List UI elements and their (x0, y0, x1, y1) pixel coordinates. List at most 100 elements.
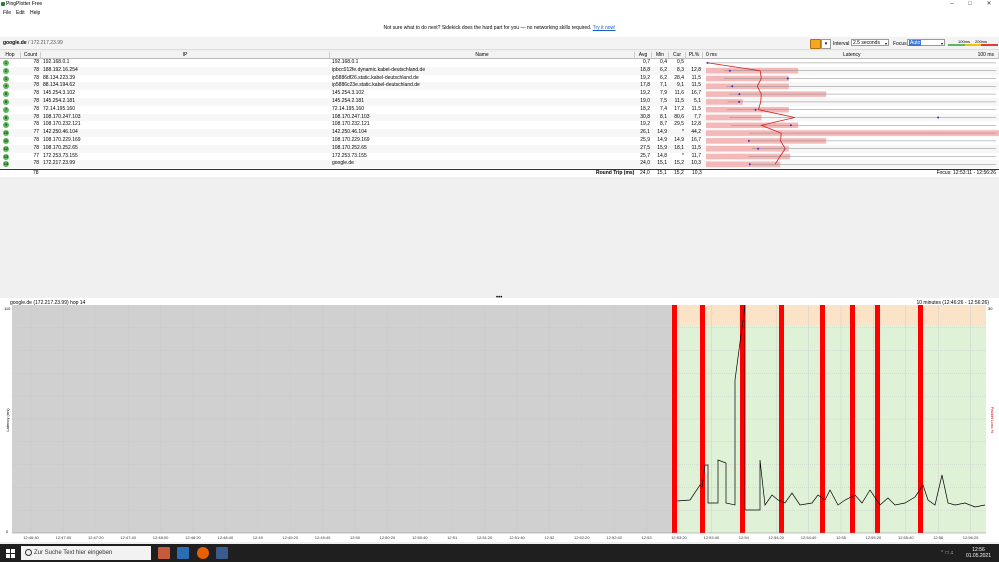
latency-title: Latency (843, 52, 861, 58)
latency-scale-legend: 100ms 200ms (948, 39, 998, 47)
cell-name: 172.253.73.155 (332, 152, 367, 159)
cell-avg: 19,2 (640, 121, 650, 128)
col-latency[interactable]: 0 ms Latency 100 ms (703, 52, 999, 59)
empty-area (0, 177, 999, 296)
interval-select[interactable]: 2.5 seconds ▾ (851, 39, 889, 46)
cell-avg: 18,8 (640, 66, 650, 73)
menu-help[interactable]: Help (30, 10, 40, 16)
y-axis-label: Latency (ms) (5, 408, 10, 432)
cell-count: 78 (33, 160, 39, 167)
time-tick-label: 12:52 (544, 535, 555, 540)
toolbar: google.de / 172.217.23.99 ▾ Interval 2.5… (0, 37, 999, 50)
hop-number: 4 (3, 83, 9, 90)
cell-ip: 188.192.16.254 (43, 66, 78, 73)
cell-count: 78 (33, 121, 39, 128)
cell-count: 78 (33, 98, 39, 104)
menu-edit[interactable]: Edit (16, 10, 25, 16)
chevron-down-icon: ▾ (884, 41, 887, 46)
cell-ip: 88.134.223.39 (43, 74, 75, 81)
cell-cur: 80,6 (674, 113, 684, 120)
trace-start-button[interactable] (810, 39, 821, 49)
focus-select[interactable]: Auto ▾ (907, 39, 945, 46)
summary-cur: 15,2 (674, 170, 684, 176)
cell-avg: 30,8 (640, 113, 650, 120)
hop-number: 11 (3, 138, 9, 144)
cell-cur: 8,3 (677, 66, 684, 73)
current-latency-point (754, 108, 757, 111)
app-icon-1[interactable] (158, 547, 170, 559)
y2-axis-max-label: 30 (988, 306, 993, 311)
col-min[interactable]: Min (652, 52, 669, 59)
cell-name: 72.14.195.160 (332, 105, 364, 112)
cell-cur: * (682, 129, 684, 136)
time-tick-label: 12:49:40 (315, 535, 331, 540)
taskbar-search[interactable]: Zur Suche Text hier eingeben (21, 546, 151, 560)
cell-ip: 192.168.0.1 (43, 59, 70, 65)
hop-number: 12 (3, 145, 9, 152)
chevron-down-icon: ▾ (940, 41, 943, 46)
cell-count: 78 (33, 105, 39, 112)
col-name[interactable]: Name (330, 52, 635, 59)
col-count[interactable]: Count (21, 52, 41, 59)
clock[interactable]: 12:56 01.05.2021 (966, 547, 991, 559)
windows-start-icon[interactable] (6, 549, 15, 558)
cell-ip: 108.170.232.121 (43, 121, 81, 128)
hop-number: 7 (3, 106, 9, 113)
cell-ip: 172.253.73.155 (43, 152, 78, 159)
packet-loss-marker (850, 305, 855, 533)
close-icon[interactable]: ✕ (983, 1, 995, 8)
firefox-icon[interactable] (197, 547, 209, 559)
focus-label: Focus (893, 41, 907, 47)
cell-avg: 17,8 (640, 82, 650, 89)
col-cur[interactable]: Cur (669, 52, 686, 59)
hop-number: 8 (3, 114, 9, 121)
cell-avg: 27,5 (640, 144, 650, 151)
col-avg[interactable]: Avg (635, 52, 652, 59)
graph-warning-band (672, 305, 986, 325)
col-pl[interactable]: PL% (686, 52, 703, 59)
system-tray[interactable]: ⌃ □ ♫ (940, 550, 954, 556)
current-latency-point (738, 93, 741, 96)
current-latency-point (728, 69, 731, 72)
time-tick-label: 12:54:40 (801, 535, 817, 540)
cell-min: 0,4 (660, 59, 667, 65)
cell-name: 145.254.2.181 (332, 98, 364, 104)
pingplotter-taskbar-icon[interactable] (216, 547, 228, 559)
cell-min: 7,4 (660, 105, 667, 112)
cell-avg: 25,9 (640, 137, 650, 143)
y-axis-max-label: 110 (4, 306, 11, 311)
hop-number: 10 (3, 130, 9, 137)
summary-avg: 24,0 (640, 170, 650, 176)
cell-count: 78 (33, 113, 39, 120)
promo-message: Not sure what to do next? Sidekick does … (0, 25, 999, 31)
chevron-down-icon[interactable]: ▾ (821, 39, 831, 49)
cell-count: 77 (33, 152, 39, 159)
hop-number: 3 (3, 75, 9, 82)
cell-min: 15,9 (657, 144, 667, 151)
cell-min: 8,7 (660, 121, 667, 128)
focus-value: Auto (909, 40, 922, 46)
cell-name: 145.254.3.102 (332, 90, 364, 97)
cell-min: 7,1 (660, 82, 667, 89)
cell-count: 78 (33, 82, 39, 89)
cell-ip: 72.14.195.160 (43, 105, 75, 112)
summary-label: Round Trip (ms) (596, 170, 635, 176)
current-latency-point (757, 147, 760, 150)
maximize-icon[interactable]: □ (964, 1, 976, 8)
app-icon (1, 2, 5, 6)
minimize-icon[interactable]: – (946, 1, 958, 8)
menu-file[interactable]: File (3, 10, 11, 16)
cell-min: 6,2 (660, 74, 667, 81)
cell-name: ipbcc012fe.dynamic.kabel-deutschland.de (332, 66, 426, 73)
title-bar: PingPlotter Free – □ ✕ (0, 0, 999, 9)
cell-count: 78 (33, 66, 39, 73)
app-icon-2[interactable] (177, 547, 189, 559)
timeline-graph[interactable]: 12:46:40 12:47:00 12:47:20 12:47:40 12:48:00… (0, 305, 999, 541)
cell-count: 78 (33, 137, 39, 143)
col-hop[interactable]: Hop (0, 52, 21, 59)
promo-link[interactable]: Try it now! (593, 25, 616, 31)
cell-min: 8,1 (660, 113, 667, 120)
time-tick-label: 12:52:20 (574, 535, 590, 540)
cell-cur: 0,5 (677, 59, 684, 65)
col-ip[interactable]: IP (41, 52, 330, 59)
